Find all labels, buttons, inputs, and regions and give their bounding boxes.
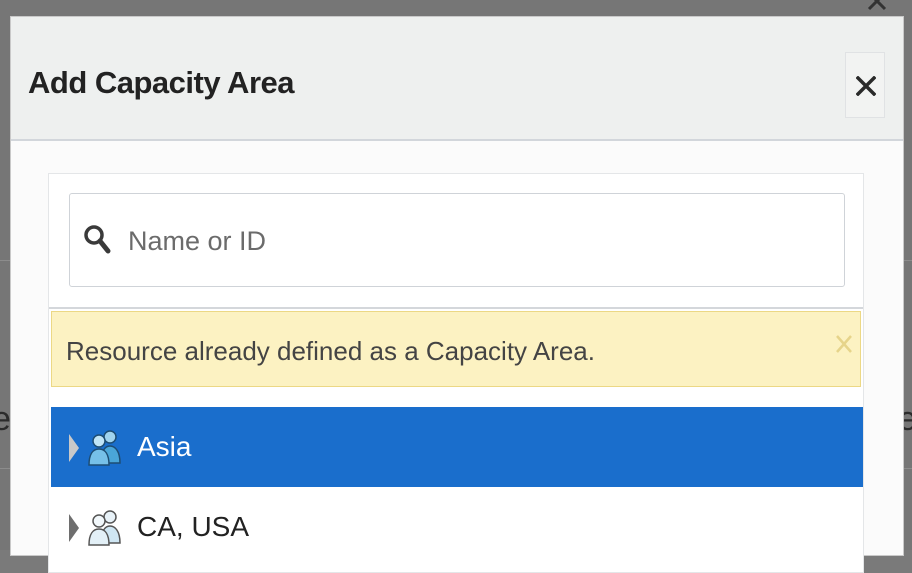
background-close-icon (867, 0, 887, 11)
close-icon (856, 76, 876, 96)
close-button[interactable] (845, 52, 885, 118)
dialog-header: Add Capacity Area (11, 17, 903, 141)
search-input[interactable] (126, 214, 810, 268)
alert-close-icon[interactable] (834, 330, 854, 360)
dialog-body: Resource already defined as a Capacity A… (48, 173, 864, 573)
divider (49, 307, 863, 309)
alert-message: Resource already defined as a Capacity A… (66, 336, 595, 366)
add-capacity-area-dialog: Add Capacity Area Resource already defin… (10, 16, 904, 573)
group-icon (88, 430, 121, 466)
tree-item-label: Asia (137, 431, 192, 462)
expand-arrow-icon[interactable] (67, 511, 81, 545)
expand-arrow-icon[interactable] (67, 431, 81, 465)
group-icon (88, 510, 121, 546)
dialog-title: Add Capacity Area (28, 65, 295, 100)
search-box (69, 193, 845, 287)
tree-item-asia[interactable]: Asia (51, 407, 863, 487)
tree-item-ca-usa[interactable]: CA, USA (51, 487, 863, 567)
warning-alert: Resource already defined as a Capacity A… (51, 311, 861, 387)
search-icon (84, 225, 111, 254)
tree-item-label: CA, USA (137, 511, 250, 542)
